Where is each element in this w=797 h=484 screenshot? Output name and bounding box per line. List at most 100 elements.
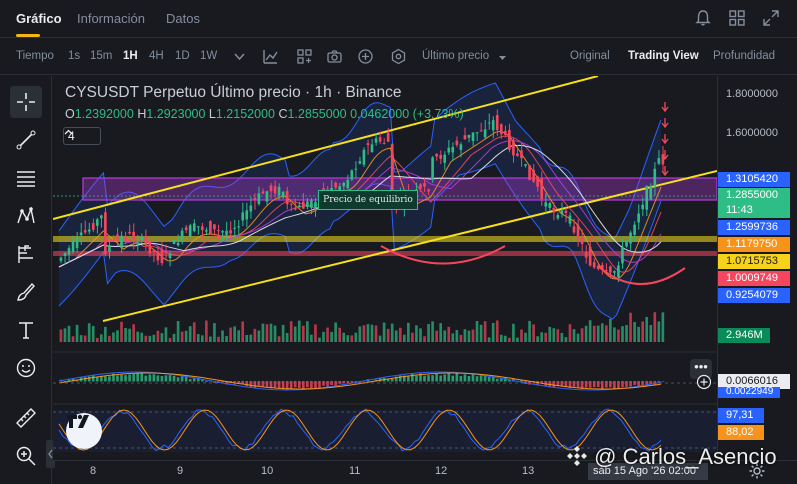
emoji-tool[interactable] [10,352,42,384]
candle-body [463,135,467,140]
grid-icon[interactable] [728,9,746,27]
crosshair-tool[interactable] [10,86,42,118]
candle-body [645,186,649,210]
candle-body [293,207,297,210]
volume-bar [556,329,560,342]
interval-1w[interactable]: 1W [200,50,217,62]
tab-informacion[interactable]: Información [77,11,145,26]
candle-body [128,231,131,234]
zoom-tool[interactable] [10,440,42,472]
macd-histogram-bar [108,376,111,382]
ruler-tool[interactable] [10,402,42,434]
candle-body [568,215,572,224]
macd-histogram-bar [156,375,160,382]
candle-body [184,227,188,231]
trendline-tool[interactable] [10,124,42,156]
text-tool[interactable] [10,314,42,346]
settings-hex-icon[interactable] [390,48,407,65]
volume-bar [584,325,588,342]
add-circle-icon[interactable] [357,48,374,65]
time-tick: 8 [90,465,97,477]
macd-histogram-bar [310,381,313,389]
view-trading-view[interactable]: Trading View [628,50,699,62]
volume-bar [661,312,665,342]
tab-grafico[interactable]: Gráfico [16,11,62,26]
indicators-icon[interactable] [296,48,313,65]
candle-body [625,240,628,247]
price-tag: 1.0009749 [718,271,790,286]
volume-bar [269,323,273,342]
volume-bar [528,320,531,342]
volume-bar [168,337,172,342]
interval-1h[interactable]: 1H [123,50,138,62]
add-circle-icon[interactable] [696,374,712,390]
macd-histogram-bar [120,374,123,382]
candle-body [431,157,434,180]
volume-bar [241,321,245,342]
volume-bar [415,325,418,342]
interval-1d[interactable]: 1D [175,50,190,62]
candle-body [641,204,644,210]
fib-tool[interactable] [10,238,42,270]
chart-toolbar: Tiempo 1s 15m 1H 4H 1D 1W Último precio … [0,39,797,75]
view-profundidad[interactable]: Profundidad [713,50,775,62]
interval-15m[interactable]: 15m [90,50,112,62]
drawing-tools-sidebar [0,76,52,484]
expand-icon[interactable] [762,9,780,27]
candle-body [281,191,285,198]
volume-bar [209,336,212,342]
interval-1s[interactable]: 1s [68,50,80,62]
line-chart-icon[interactable] [262,48,279,65]
bell-icon[interactable] [694,9,712,27]
volume-bar [419,328,422,342]
volume-bar [63,328,67,342]
indicators-toggle[interactable]: 4 [63,127,101,145]
volume-bar [116,330,119,342]
price-type-select[interactable]: Último precio [422,50,489,62]
macd-histogram-bar [463,374,467,382]
macd-histogram-bar [152,374,156,382]
open-value: 1.2392000 [74,107,134,121]
volume-bar [641,321,644,342]
watermark-text: @ Carlos_Asencio [594,444,777,469]
macd-histogram-bar [455,373,459,382]
volume-bar [306,321,309,342]
candle-body [120,235,123,248]
brush-tool[interactable] [10,276,42,308]
time-label: Tiempo [16,50,54,62]
candle-body [580,237,584,245]
caret-down-icon[interactable] [494,49,511,66]
candle-body [520,150,523,159]
macd-histogram-bar [140,372,144,382]
volume-bar [479,324,483,342]
horizontal-lines-tool[interactable] [10,162,42,194]
price-chart[interactable]: CYSUSDT Perpetuo Último precio · 1h · Bi… [53,76,717,460]
candle-body [297,205,301,208]
volume-bar [411,332,414,342]
volume-bar [475,321,479,342]
volume-bar [196,334,200,342]
chart-canvas[interactable] [53,76,717,460]
low-value: 1.2152000 [215,107,275,121]
candle-body [201,226,204,231]
candle-body [285,190,289,205]
candle-body [544,202,548,207]
macd-histogram-bar [475,376,479,382]
price-tag: 1.3105420 [718,172,790,187]
camera-icon[interactable] [326,48,343,65]
interval-4h[interactable]: 4H [149,50,164,62]
volume-bar [431,321,434,342]
volume-bar [124,328,127,342]
volume-bar [495,320,499,342]
macd-histogram-bar [253,381,257,388]
candle-body [257,193,261,205]
pattern-tool[interactable] [10,200,42,232]
volume-bar [213,323,216,342]
tab-datos[interactable]: Datos [166,11,200,26]
view-original[interactable]: Original [570,50,610,62]
emoji-icon [16,358,36,378]
candle-body [419,184,422,189]
volume-bar [144,335,148,342]
chevron-down-icon[interactable] [231,48,248,65]
price-scale[interactable]: 1.8000000 1.6000000 1.3105420 1.2855000 … [717,76,797,460]
